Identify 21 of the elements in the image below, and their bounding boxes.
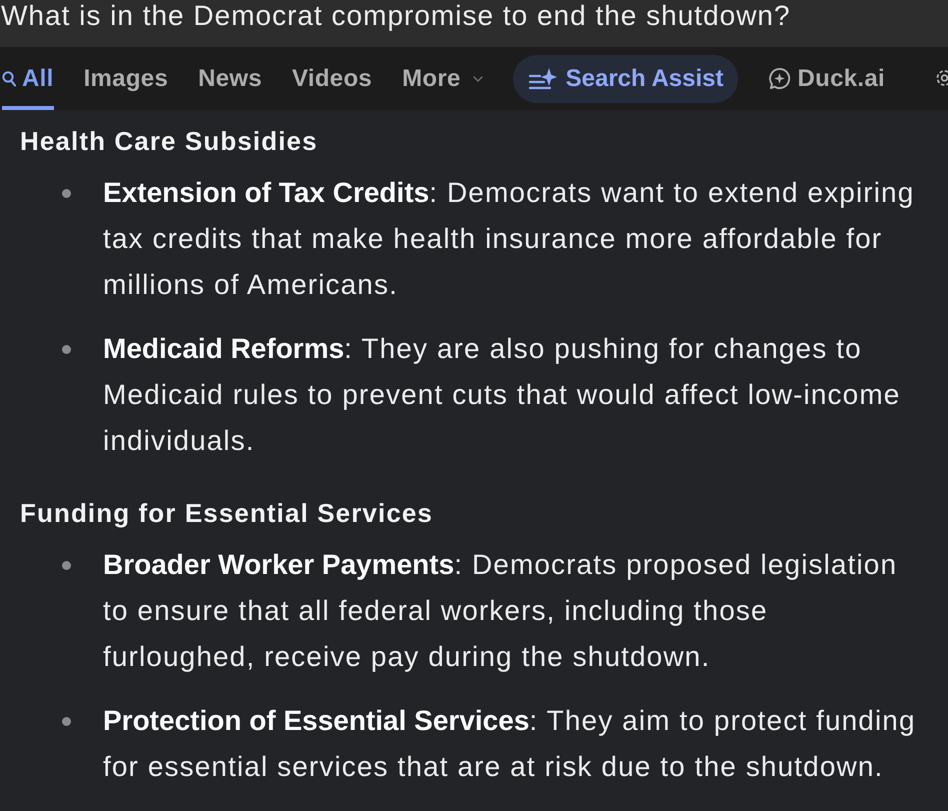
bullet-icon (62, 717, 71, 726)
section-heading: Health Care Subsidies (20, 125, 319, 158)
nav-tab[interactable]: Duck.ai (768, 47, 885, 110)
list-item-text: Protection of Essential Services: They aim to protect funding for essential services that are at risk due to the shutdown. (103, 704, 917, 784)
search-assist-tab[interactable]: Search Assist (512, 54, 738, 102)
bullet-icon (62, 345, 71, 354)
section-heading: Funding for Essential Services (20, 497, 434, 530)
nav-tab[interactable]: News (198, 47, 262, 110)
list-item-text: Broader Worker Payments: Democrats proposed legislation to ensure that all federal workers, including those furloughed, receive pay during the shutdown. (103, 548, 898, 674)
nav-tab[interactable]: More (402, 47, 483, 110)
nav-tab[interactable]: Images (84, 47, 168, 110)
bullet-icon (62, 561, 71, 570)
list-item-text: Medicaid Reforms: They are also pushing for changes to Medicaid rules to prevent cuts that would affect low-income individuals. (103, 332, 902, 458)
list-item-text: Extension of Tax Credits: Democrats want to extend expiring tax credits that make health insurance more affordable for millions of Americans. (103, 176, 916, 302)
bullet-icon (62, 189, 71, 198)
nav-tab[interactable]: Videos (292, 47, 372, 110)
chat-bubble-icon (768, 67, 792, 90)
search-icon (2, 70, 16, 86)
chevron-down-icon (472, 76, 483, 82)
sparkle-lines-icon (528, 66, 557, 90)
search-field[interactable]: What is in the Democrat compromise to end the shutdown? (0, 0, 948, 47)
